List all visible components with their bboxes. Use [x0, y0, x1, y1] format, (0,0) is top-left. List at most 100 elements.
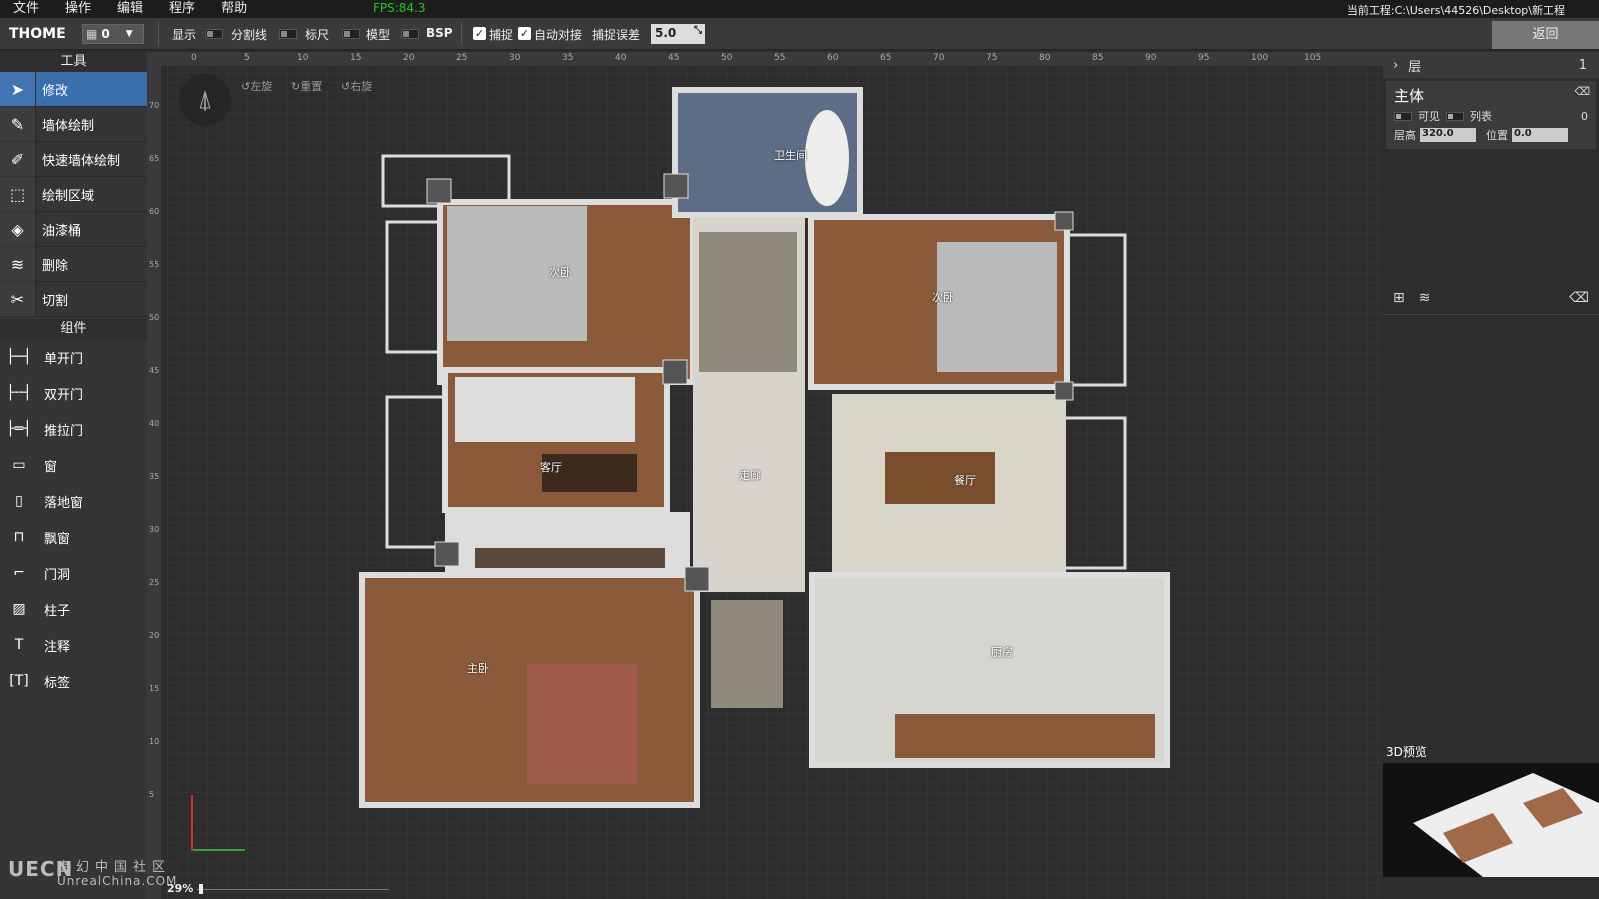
- menu-program[interactable]: 程序: [156, 0, 208, 18]
- menu-file[interactable]: 文件: [0, 0, 52, 18]
- snap-label: 捕捉: [489, 28, 514, 42]
- delete-icon: ≋: [0, 246, 36, 282]
- tool-label: 绘制区域: [42, 188, 95, 204]
- auto-align-label: 自动对接: [534, 28, 583, 42]
- menu-edit[interactable]: 编辑: [104, 0, 156, 18]
- column-icon: ▨: [12, 601, 26, 617]
- bed-2b: [937, 242, 1057, 372]
- divider-label: 分割线: [231, 28, 268, 42]
- room-label-bedroom-2a: 次卧: [549, 266, 571, 279]
- comp-label: 单开门: [44, 351, 84, 367]
- back-button[interactable]: 返回: [1492, 21, 1599, 49]
- 3d-preview[interactable]: [1383, 763, 1599, 877]
- zoom-slider-track[interactable]: [197, 889, 389, 890]
- close-icon[interactable]: ⌫: [1574, 85, 1590, 98]
- comp-single-door[interactable]: ├─┤ 单开门: [0, 339, 147, 375]
- comp-annotation[interactable]: T 注释: [0, 627, 147, 663]
- snap-checkbox[interactable]: ✓: [473, 27, 486, 40]
- layer-count: 1: [1578, 57, 1587, 73]
- ruler-toggle[interactable]: [279, 29, 297, 39]
- layer-select[interactable]: ▦ 0 ▼: [82, 24, 144, 44]
- layer-actions: ⊞ ≋ ⌫: [1393, 290, 1589, 306]
- comp-floor-window[interactable]: ▯ 落地窗: [0, 483, 147, 519]
- grid-icon: ▦: [86, 27, 98, 41]
- bsp-toggle[interactable]: [401, 29, 419, 39]
- room-label-bedroom-2b: 次卧: [932, 291, 954, 304]
- eraser-icon[interactable]: ⌫: [1569, 290, 1589, 306]
- layers-icon[interactable]: ≋: [1419, 290, 1431, 306]
- tool-paint-bucket[interactable]: ◈ 油漆桶: [0, 211, 147, 247]
- comp-doorway[interactable]: ⌐ 门洞: [0, 555, 147, 591]
- comp-label: 标签: [44, 675, 71, 691]
- position-input[interactable]: 0.0: [1512, 128, 1568, 142]
- comp-label: 飘窗: [44, 531, 71, 547]
- tool-modify[interactable]: ➤ 修改: [0, 71, 147, 107]
- add-layer-icon[interactable]: ⊞: [1393, 290, 1405, 306]
- paint-bucket-icon: ◈: [0, 211, 36, 247]
- double-door-icon: ├╌┤: [6, 385, 32, 401]
- zoom-slider-thumb[interactable]: [199, 884, 203, 894]
- comp-label: 门洞: [44, 567, 71, 583]
- tool-delete[interactable]: ≋ 删除: [0, 246, 147, 282]
- annotation-icon: T: [14, 637, 24, 653]
- floorplan-viewport[interactable]: 0 5 10 15 20 25 30 35 40 45 50 55 60 65 70 75 80 85 90 95 10…: [147, 52, 1383, 899]
- tool-wall-draw[interactable]: ✎ 墙体绘制: [0, 106, 147, 142]
- corridor-rug-2: [711, 600, 783, 708]
- height-input[interactable]: 320.0: [1420, 128, 1476, 142]
- divider: [158, 22, 159, 46]
- layer-name: 主体: [1394, 87, 1425, 105]
- app-brand: THOME: [9, 26, 66, 42]
- comp-sliding-door[interactable]: ├═┤ 推拉门: [0, 411, 147, 447]
- tool-cut[interactable]: ✂ 切割: [0, 281, 147, 317]
- list-label: 列表: [1470, 110, 1492, 123]
- comp-double-door[interactable]: ├╌┤ 双开门: [0, 375, 147, 411]
- dining-table: [885, 452, 995, 504]
- display-label: 显示: [172, 28, 197, 42]
- tool-label: 快速墙体绘制: [42, 153, 121, 169]
- model-label: 模型: [366, 28, 391, 42]
- tool-label: 修改: [42, 83, 69, 99]
- snap-error-value: 5.0: [655, 26, 677, 40]
- comp-label: 窗: [44, 459, 58, 475]
- position-label: 位置: [1486, 129, 1508, 142]
- fps-counter: FPS:84.3: [373, 1, 426, 15]
- project-path: 当前工程:C:\Users\44526\Desktop\新工程: [1346, 4, 1565, 17]
- comp-tag[interactable]: [T] 标签: [0, 663, 147, 699]
- ruler-label: 标尺: [305, 28, 330, 42]
- layer-item[interactable]: 主体 ⌫ 可见 列表 0 层高 320.0 位置 0.0: [1386, 81, 1596, 149]
- bay-window-icon: ⊓: [13, 529, 25, 545]
- sofa: [455, 377, 635, 442]
- list-value: 0: [1581, 109, 1588, 123]
- menu-help[interactable]: 帮助: [208, 0, 260, 18]
- tool-label: 删除: [42, 258, 69, 274]
- visible-toggle[interactable]: [1394, 111, 1412, 121]
- comp-column[interactable]: ▨ 柱子: [0, 591, 147, 627]
- single-door-icon: ├─┤: [6, 349, 32, 365]
- tag-icon: [T]: [9, 673, 29, 689]
- pen-icon: ✎: [0, 106, 36, 142]
- menu-operate[interactable]: 操作: [52, 0, 104, 18]
- cursor-icon: ➤: [0, 71, 36, 107]
- chevron-right-icon[interactable]: ›: [1393, 58, 1398, 73]
- list-toggle[interactable]: [1446, 111, 1464, 121]
- comp-label: 落地窗: [44, 495, 84, 511]
- floor-window-icon: ▯: [15, 493, 23, 509]
- layer-header-label: 层: [1408, 59, 1422, 75]
- divider-toggle[interactable]: [205, 29, 223, 39]
- comp-label: 推拉门: [44, 423, 84, 439]
- room-label-living: 客厅: [540, 461, 562, 474]
- model-toggle[interactable]: [342, 29, 360, 39]
- watermark-title: 虚幻中国社区: [57, 860, 172, 875]
- comp-bay-window[interactable]: ⊓ 飘窗: [0, 519, 147, 555]
- axis-x-line: [193, 849, 245, 851]
- resize-icon: ⤡: [694, 25, 702, 36]
- tool-draw-area[interactable]: ⬚ 绘制区域: [0, 176, 147, 212]
- auto-align-checkbox[interactable]: ✓: [518, 27, 531, 40]
- layer-row-visibility: 可见 列表 0: [1394, 108, 1588, 124]
- snap-error-input[interactable]: 5.0 ⤡: [651, 24, 705, 44]
- sliding-door-icon: ├═┤: [6, 421, 32, 437]
- tool-quick-wall[interactable]: ✐ 快速墙体绘制: [0, 141, 147, 177]
- doorway-icon: ⌐: [13, 565, 25, 581]
- comp-window[interactable]: ▭ 窗: [0, 447, 147, 483]
- divider: [461, 22, 462, 46]
